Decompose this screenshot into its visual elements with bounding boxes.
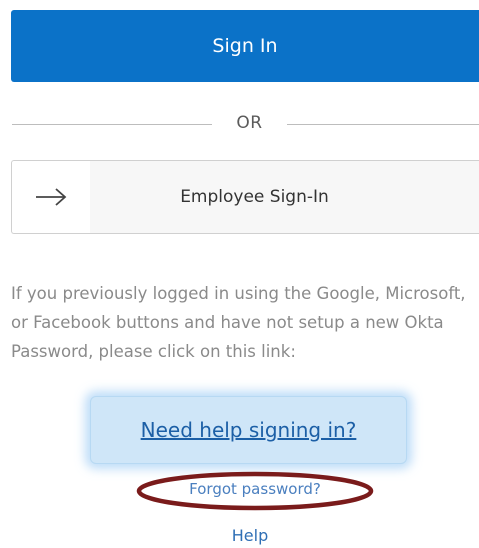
- need-help-signing-in-link[interactable]: Need help signing in?: [141, 418, 357, 442]
- or-divider-text: OR: [236, 113, 263, 133]
- okta-signin-page: Sign In OR Employee Sign-In If you previ…: [0, 0, 479, 548]
- forgot-password-area: Forgot password?: [135, 470, 375, 512]
- need-help-highlight-box: Need help signing in?: [90, 396, 407, 464]
- divider-line-right: [287, 124, 479, 125]
- divider-line-left: [12, 124, 212, 125]
- employee-sign-in-label: Employee Sign-In: [90, 161, 479, 233]
- arrow-right-icon: [12, 161, 90, 233]
- sign-in-button-label: Sign In: [212, 35, 278, 57]
- forgot-password-link[interactable]: Forgot password?: [135, 480, 375, 498]
- info-text: If you previously logged in using the Go…: [11, 284, 466, 361]
- sign-in-button[interactable]: Sign In: [11, 10, 479, 82]
- help-link[interactable]: Help: [200, 526, 300, 545]
- employee-sign-in-button[interactable]: Employee Sign-In: [11, 160, 479, 234]
